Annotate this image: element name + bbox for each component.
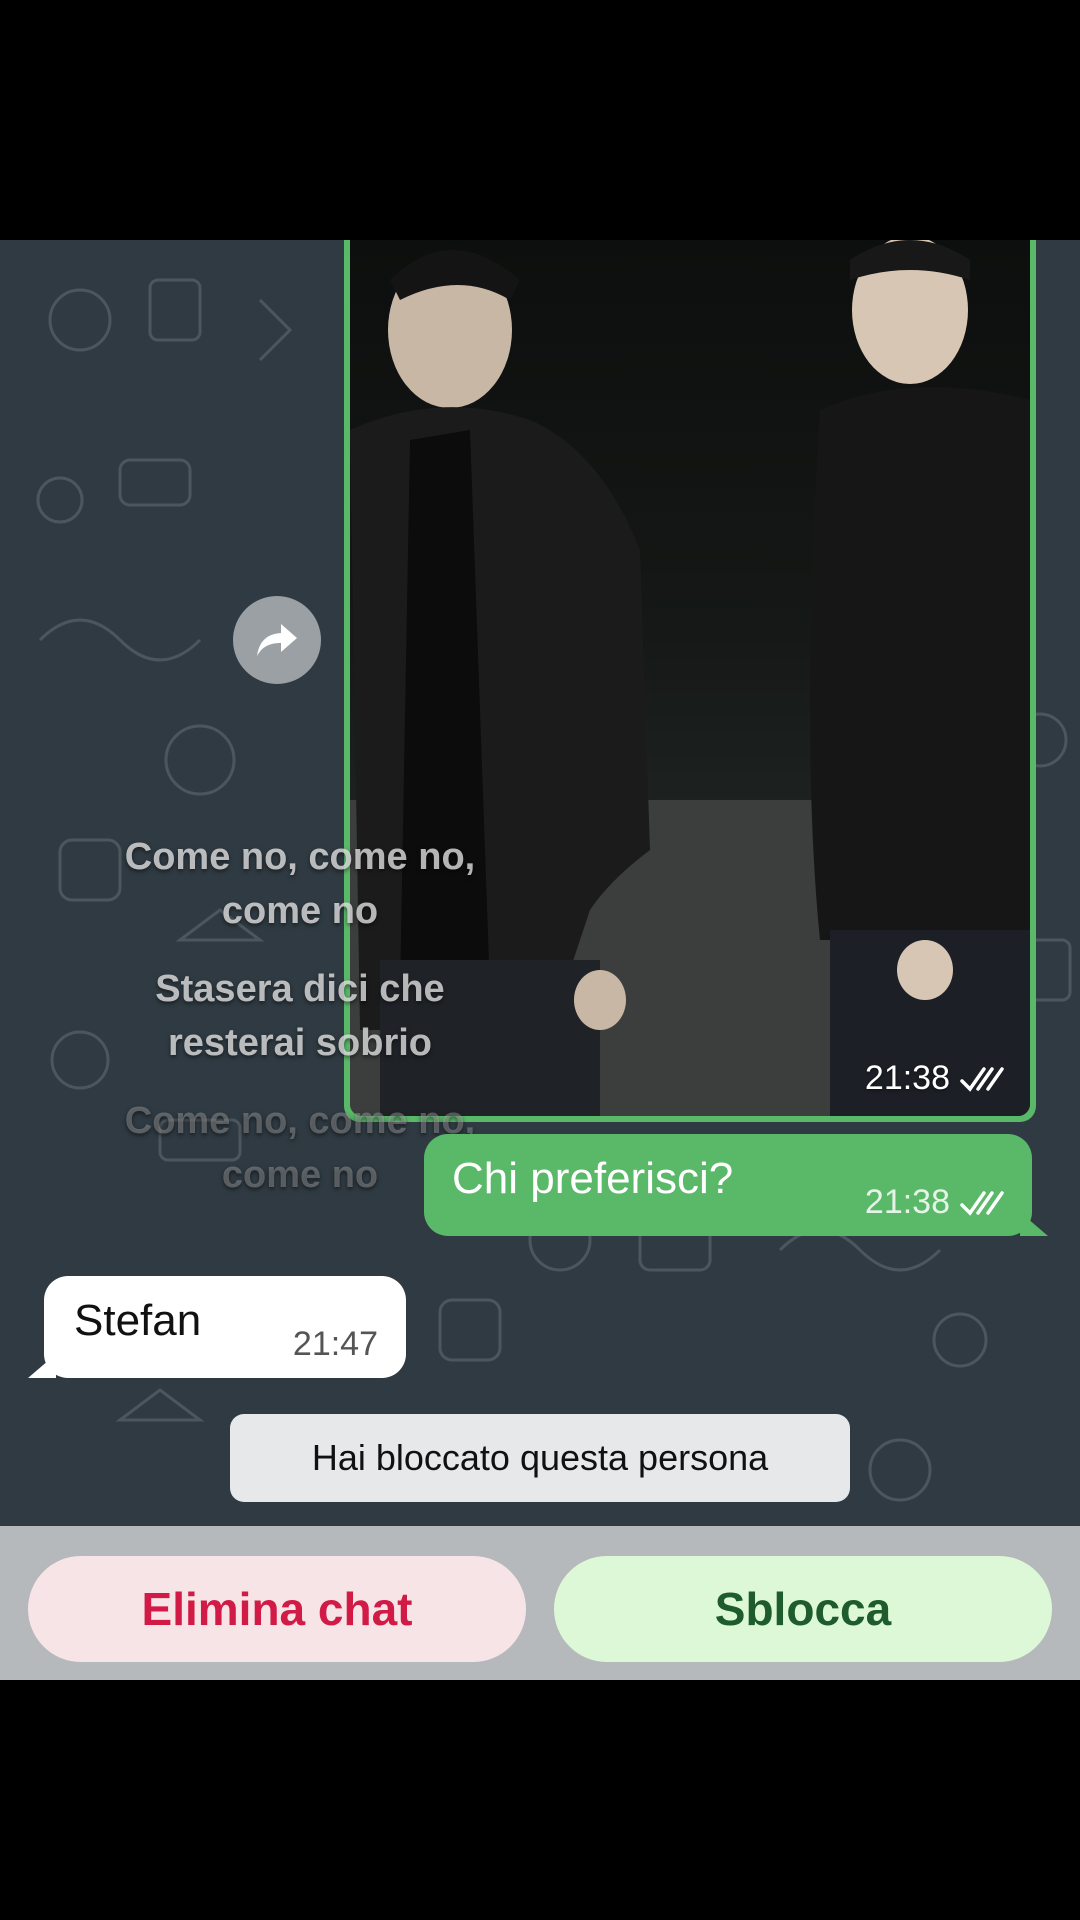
double-check-icon <box>960 1066 1004 1092</box>
outgoing-message-bubble[interactable]: Chi preferisci? 21:38 <box>424 1134 1048 1236</box>
outgoing-message-meta: 21:38 <box>865 1183 1006 1222</box>
photo-message-meta: 21:38 <box>865 1059 1006 1098</box>
photo-message-bubble[interactable]: 21:38 <box>344 240 1036 1122</box>
double-check-icon <box>960 1190 1004 1216</box>
unblock-button[interactable]: Sblocca <box>554 1556 1052 1662</box>
delete-chat-button[interactable]: Elimina chat <box>28 1556 526 1662</box>
forward-arrow-icon <box>257 624 297 656</box>
photo-message-time: 21:38 <box>864 1059 950 1097</box>
blocked-notice-text: Hai bloccato questa persona <box>311 1437 769 1478</box>
blocked-notice: Hai bloccato questa persona <box>230 1414 850 1502</box>
incoming-message-time: 21:47 <box>292 1325 378 1363</box>
incoming-message-text: Stefan <box>74 1296 202 1345</box>
outgoing-message-text: Chi preferisci? <box>452 1154 734 1203</box>
photo-figures <box>350 240 1030 1116</box>
incoming-message-bubble[interactable]: Stefan 21:47 <box>28 1276 406 1378</box>
screen: 21:38 Come no, come no, come no Stasera … <box>0 0 1080 1920</box>
blocked-actions-bar: Elimina chat Sblocca <box>0 1526 1080 1680</box>
message-photo[interactable]: 21:38 <box>350 240 1030 1116</box>
forward-button[interactable] <box>233 596 321 684</box>
chat-area[interactable]: 21:38 Come no, come no, come no Stasera … <box>0 240 1080 1526</box>
outgoing-message-time: 21:38 <box>864 1183 950 1221</box>
